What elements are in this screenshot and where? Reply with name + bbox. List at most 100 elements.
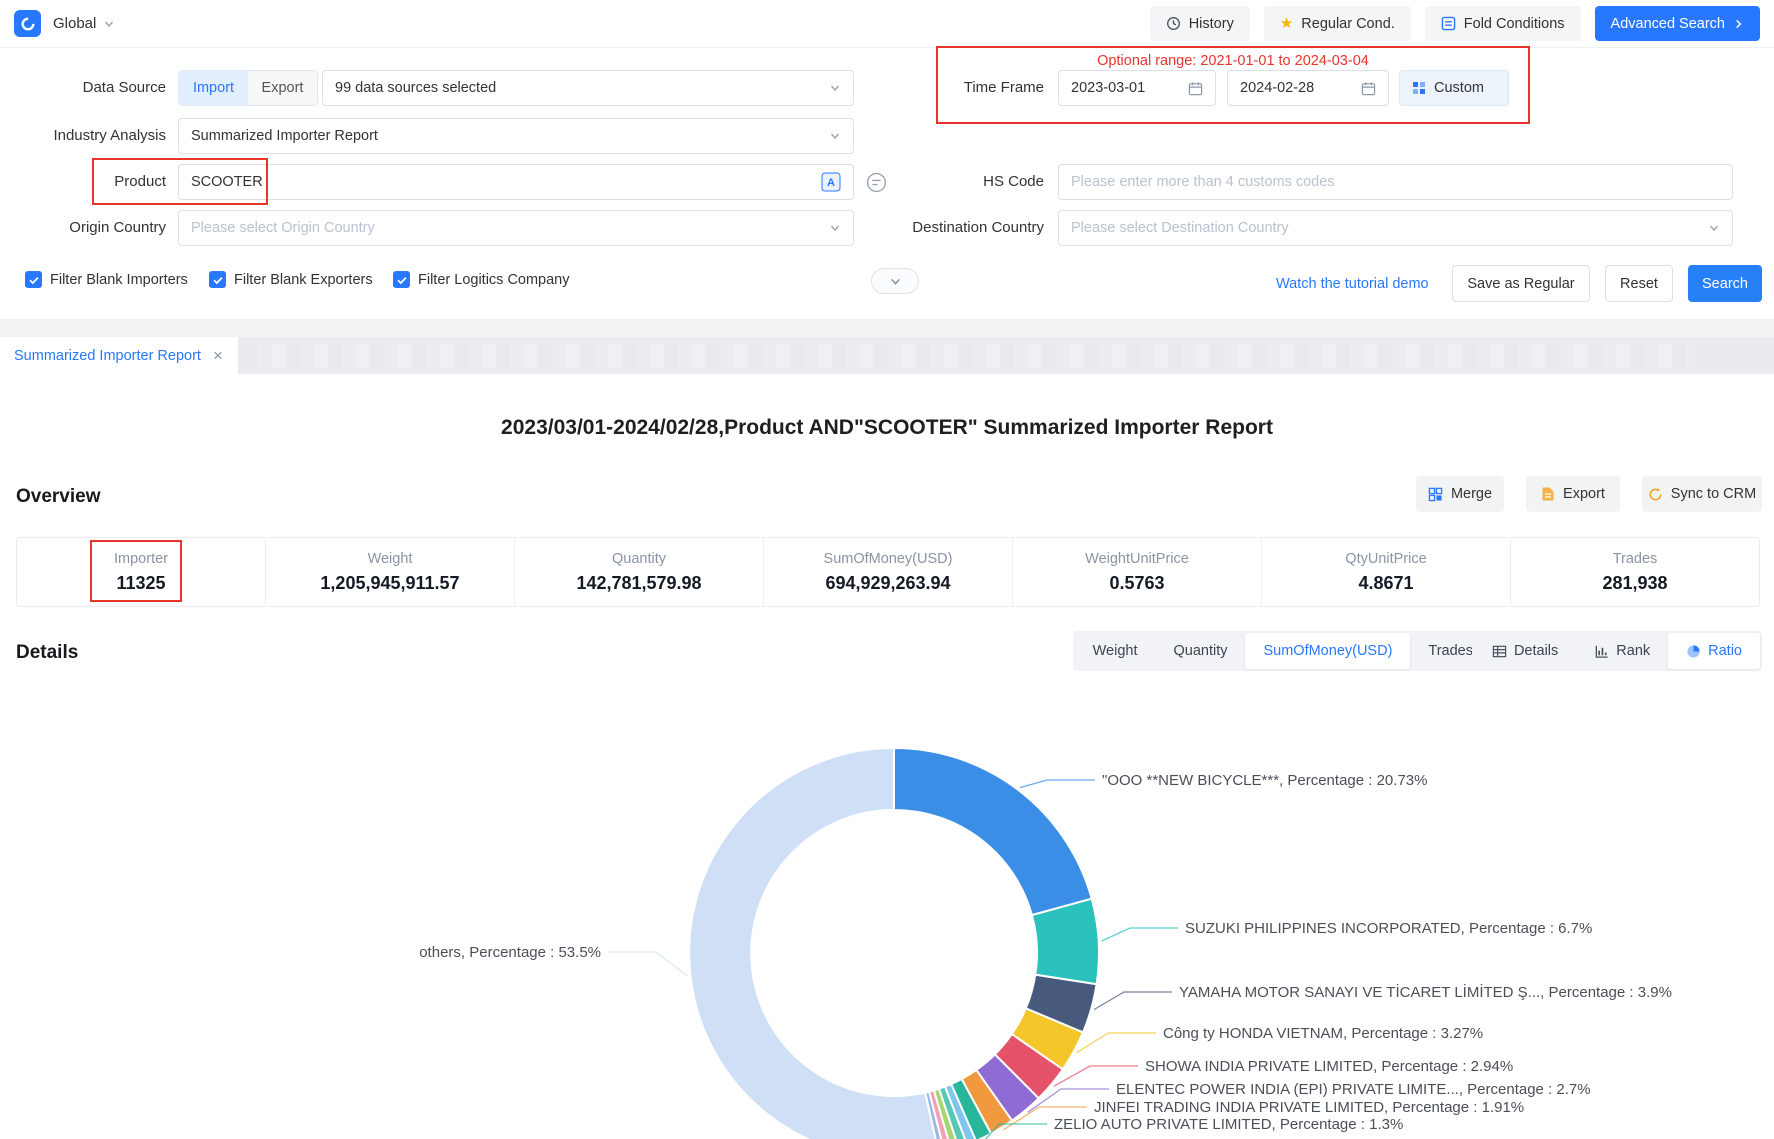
tab-ratio-label: Ratio [1708,643,1742,659]
hs-code-label: HS Code [884,164,1044,200]
origin-country-placeholder: Please select Origin Country [191,220,375,236]
tab-summarized-importer-report[interactable]: Summarized Importer Report × [0,337,238,374]
app-logo-icon[interactable] [14,10,41,37]
industry-analysis-select[interactable]: Summarized Importer Report [178,118,854,154]
tab-rank-view[interactable]: Rank [1576,633,1668,669]
label-line [1102,928,1178,941]
destination-country-label: Destination Country [884,210,1044,246]
close-icon[interactable]: × [213,347,223,364]
import-toggle[interactable]: Import [179,71,248,105]
hs-code-placeholder: Please enter more than 4 customs codes [1071,174,1335,190]
time-frame-label: Time Frame [884,70,1044,106]
tab-ratio-view[interactable]: Ratio [1668,633,1760,669]
origin-country-label: Origin Country [6,210,166,246]
stat-weight-unit-price: WeightUnitPrice0.5763 [1013,538,1262,606]
stat-importer: Importer 11325 [17,538,266,606]
tab-title: Summarized Importer Report [14,348,201,364]
chevron-down-icon [1708,222,1720,234]
tab-details-view[interactable]: Details [1474,633,1576,669]
tutorial-demo-link[interactable]: Watch the tutorial demo [1276,276,1429,292]
history-button[interactable]: History [1150,6,1250,41]
stat-value: 4.8671 [1358,573,1413,594]
translate-icon[interactable]: A [821,172,841,192]
checkbox-checked-icon [25,271,42,288]
label-line [608,952,687,976]
slice-label: "OOO **NEW BICYCLE***, Percentage : 20.7… [1102,772,1427,789]
stat-label: Quantity [612,551,666,567]
reset-button[interactable]: Reset [1605,265,1673,302]
tab-quantity[interactable]: Quantity [1155,633,1245,669]
custom-range-button[interactable]: Custom [1399,70,1509,106]
slice-label: Công ty HONDA VIETNAM, Percentage : 3.27… [1163,1025,1483,1042]
stat-label: WeightUnitPrice [1085,551,1189,567]
tab-weight[interactable]: Weight [1075,633,1156,669]
data-sources-select[interactable]: 99 data sources selected [322,70,854,106]
separator-band [0,319,1774,337]
regular-cond-button[interactable]: ★ Regular Cond. [1264,6,1411,41]
pie-slice[interactable] [894,748,1092,915]
destination-country-placeholder: Please select Destination Country [1071,220,1289,236]
custom-label: Custom [1434,80,1484,96]
stat-value: 142,781,579.98 [576,573,701,594]
merge-button[interactable]: Merge [1416,476,1504,512]
hs-code-input[interactable]: Please enter more than 4 customs codes [1058,164,1733,200]
label-line [1077,1033,1157,1053]
svg-text:A: A [827,177,835,189]
filter-blank-exporters-checkbox[interactable]: Filter Blank Exporters [209,271,373,288]
filter-logistics-company-checkbox[interactable]: Filter Logitics Company [393,271,570,288]
date-end-input[interactable]: 2024-02-28 [1227,70,1389,106]
stat-trades: Trades281,938 [1511,538,1759,606]
star-icon: ★ [1280,16,1293,31]
stat-sum-of-money: SumOfMoney(USD)694,929,263.94 [764,538,1013,606]
calendar-icon [1188,81,1203,96]
export-button[interactable]: Export [1526,476,1620,512]
date-start-value: 2023-03-01 [1071,80,1145,96]
stat-label: QtyUnitPrice [1345,551,1426,567]
fold-conditions-label: Fold Conditions [1464,16,1565,32]
filter-label: Filter Blank Importers [50,272,188,288]
metric-tabs: Weight Quantity SumOfMoney(USD) Trades [1073,631,1493,671]
product-value: SCOOTER [191,174,263,190]
tab-sum-of-money[interactable]: SumOfMoney(USD) [1245,633,1410,669]
stat-quantity: Quantity 142,781,579.98 [515,538,764,606]
rank-bars-icon [1594,644,1609,659]
collapse-conditions-button[interactable] [871,268,919,294]
stat-value: 694,929,263.94 [825,573,950,594]
fold-conditions-icon [1441,16,1456,31]
merge-label: Merge [1451,486,1492,502]
regular-cond-label: Regular Cond. [1301,16,1395,32]
advanced-search-label: Advanced Search [1611,16,1725,32]
export-toggle[interactable]: Export [248,71,317,105]
destination-country-select[interactable]: Please select Destination Country [1058,210,1733,246]
fold-conditions-button[interactable]: Fold Conditions [1425,6,1581,41]
label-line [1094,992,1172,1010]
search-button[interactable]: Search [1688,265,1762,302]
stat-label: Importer [114,551,168,567]
pie-slice[interactable] [1032,899,1099,985]
save-as-regular-button[interactable]: Save as Regular [1452,265,1590,302]
data-source-label: Data Source [6,70,166,106]
tab-details-label: Details [1514,643,1558,659]
history-icon [1166,16,1181,31]
slice-label: SUZUKI PHILIPPINES INCORPORATED, Percent… [1185,920,1592,937]
stat-value: 11325 [116,573,165,594]
origin-country-select[interactable]: Please select Origin Country [178,210,854,246]
slice-label: YAMAHA MOTOR SANAYI VE TİCARET LİMİTED Ş… [1179,983,1672,1001]
sync-label: Sync to CRM [1671,486,1756,502]
product-input[interactable]: SCOOTER A [178,164,854,200]
view-tabs: Details Rank Ratio [1472,631,1762,671]
checkbox-checked-icon [209,271,226,288]
stat-label: Trades [1613,551,1658,567]
filter-blank-importers-checkbox[interactable]: Filter Blank Importers [25,271,188,288]
table-icon [1492,644,1507,659]
date-start-input[interactable]: 2023-03-01 [1058,70,1216,106]
chevron-down-icon [889,275,902,288]
slice-label: ELENTEC POWER INDIA (EPI) PRIVATE LIMITE… [1116,1081,1591,1098]
advanced-search-button[interactable]: Advanced Search [1595,6,1760,41]
stat-value: 1,205,945,911.57 [320,573,459,594]
overview-heading: Overview [16,486,101,508]
region-selector[interactable]: Global [53,15,115,32]
history-label: History [1189,16,1234,32]
sync-to-crm-button[interactable]: Sync to CRM [1642,476,1762,512]
report-title: 2023/03/01-2024/02/28,Product AND"SCOOTE… [0,416,1774,440]
